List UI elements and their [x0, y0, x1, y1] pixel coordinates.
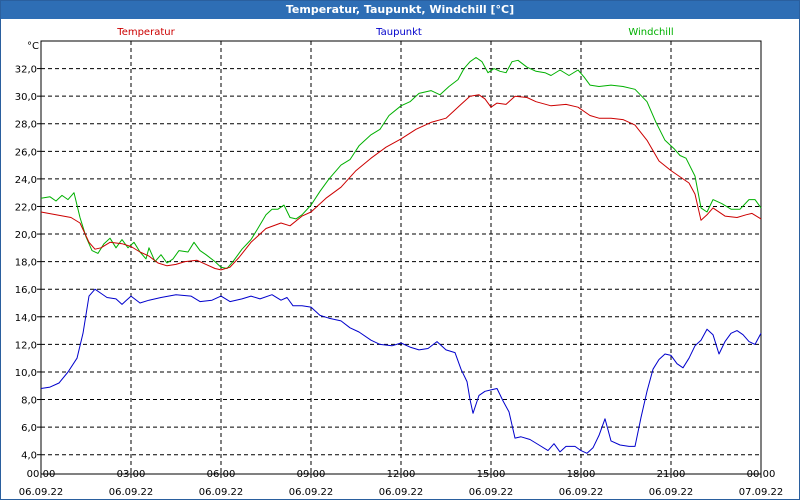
- x-tick-date: 06.09.22: [199, 487, 244, 498]
- y-tick-label: 6,0: [21, 423, 37, 434]
- y-tick-label: 10,0: [15, 368, 37, 379]
- x-tick-time: 12:00: [387, 469, 416, 480]
- y-axis-unit: °C: [27, 41, 39, 52]
- y-tick-label: 26,0: [15, 147, 37, 158]
- chart-window: Temperatur, Taupunkt, Windchill [°C] Tem…: [0, 0, 800, 500]
- y-tick-label: 30,0: [15, 92, 37, 103]
- y-tick-label: 18,0: [15, 258, 37, 269]
- x-tick-date: 06.09.22: [559, 487, 604, 498]
- x-tick-time: 09:00: [297, 469, 326, 480]
- y-tick-label: 16,0: [15, 285, 37, 296]
- y-tick-label: 28,0: [15, 120, 37, 131]
- y-tick-label: 14,0: [15, 313, 37, 324]
- x-tick-date: 06.09.22: [289, 487, 334, 498]
- x-tick-time: 00:00: [27, 469, 56, 480]
- x-tick-time: 15:00: [477, 469, 506, 480]
- x-tick-time: 03:00: [117, 469, 146, 480]
- x-tick-time: 00:00: [747, 469, 776, 480]
- chart-svg: Temperatur Taupunkt Windchill °C 32,0 30,…: [15, 27, 784, 498]
- x-tick-date: 06.09.22: [469, 487, 514, 498]
- y-tick-label: 20,0: [15, 230, 37, 241]
- window-title: Temperatur, Taupunkt, Windchill [°C]: [1, 1, 799, 19]
- y-tick-label: 22,0: [15, 202, 37, 213]
- x-tick-date: 06.09.22: [379, 487, 424, 498]
- x-tick-time: 18:00: [567, 469, 596, 480]
- legend-temperatur: Temperatur: [116, 27, 175, 38]
- y-tick-label: 12,0: [15, 340, 37, 351]
- x-tick-date: 06.09.22: [649, 487, 694, 498]
- y-tick-label: 24,0: [15, 175, 37, 186]
- x-tick-date: 06.09.22: [109, 487, 154, 498]
- x-tick-time: 06:00: [207, 469, 236, 480]
- y-tick-label: 32,0: [15, 65, 37, 76]
- y-tick-label: 4,0: [21, 451, 37, 462]
- x-tick-time: 21:00: [657, 469, 686, 480]
- x-tick-date: 06.09.22: [19, 487, 64, 498]
- x-tick-date: 07.09.22: [739, 487, 784, 498]
- legend-taupunkt: Taupunkt: [375, 27, 422, 38]
- legend-windchill: Windchill: [628, 27, 673, 38]
- y-tick-label: 8,0: [21, 396, 37, 407]
